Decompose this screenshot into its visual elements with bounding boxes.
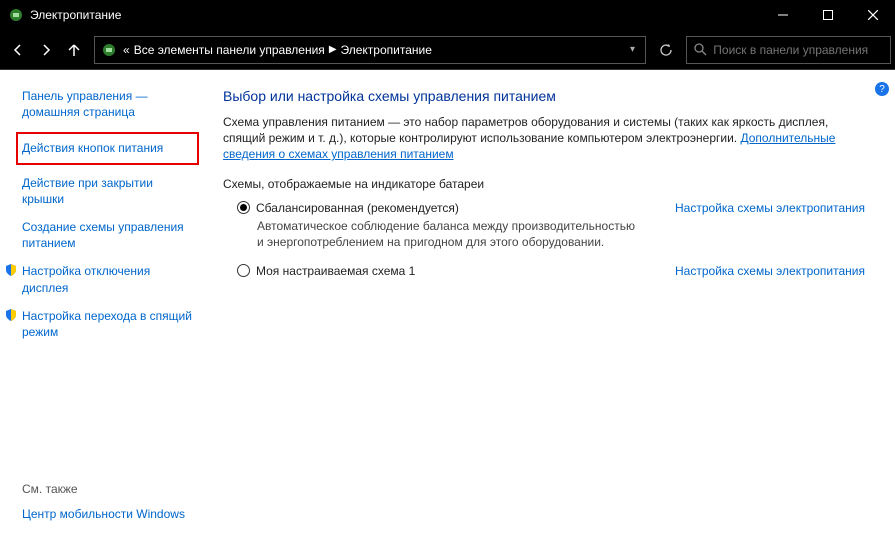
power-plan-balanced: Сбалансированная (рекомендуется) Настрой… [237,201,865,250]
forward-button[interactable] [32,36,60,64]
plan-description: Автоматическое соблюдение баланса между … [257,218,637,250]
sidebar-item-display-off[interactable]: Настройка отключения дисплея [4,263,193,295]
breadcrumb-current[interactable]: Электропитание [341,43,432,57]
close-button[interactable] [850,0,895,30]
sidebar: Панель управления — домашняя страница Де… [0,70,205,534]
change-plan-settings-link[interactable]: Настройка схемы электропитания [675,264,865,278]
chevron-right-icon[interactable]: ▶ [329,44,337,55]
address-bar[interactable]: « Все элементы панели управления ▶ Элект… [94,36,646,64]
main-panel: Выбор или настройка схемы управления пит… [205,70,895,534]
breadcrumb-prefix: « [123,43,130,57]
minimize-button[interactable] [760,0,805,30]
search-icon [693,42,707,58]
plan-radio-balanced[interactable] [237,201,250,214]
navbar: « Все элементы панели управления ▶ Элект… [0,30,895,70]
plan-name[interactable]: Сбалансированная (рекомендуется) [256,201,459,215]
power-plan-custom1: Моя настраиваемая схема 1 Настройка схем… [237,264,865,278]
sidebar-item-create-plan[interactable]: Создание схемы управления питанием [22,219,193,251]
search-box[interactable] [686,36,891,64]
content-area: ? Панель управления — домашняя страница … [0,70,895,534]
sidebar-item-power-buttons[interactable]: Действия кнопок питания [16,132,199,164]
titlebar: Электропитание [0,0,895,30]
search-input[interactable] [713,43,884,57]
shield-icon [4,263,20,279]
maximize-button[interactable] [805,0,850,30]
page-heading: Выбор или настройка схемы управления пит… [223,88,865,104]
back-button[interactable] [4,36,32,64]
description-text: Схема управления питанием — это набор па… [223,115,828,145]
plan-radio-custom1[interactable] [237,264,250,277]
chevron-down-icon[interactable]: ▾ [626,44,639,55]
mobility-center-link[interactable]: Центр мобильности Windows [22,506,193,522]
change-plan-settings-link[interactable]: Настройка схемы электропитания [675,201,865,215]
sidebar-item-sleep[interactable]: Настройка перехода в спящий режим [4,308,193,340]
sidebar-item-label: Настройка отключения дисплея [22,263,193,295]
refresh-button[interactable] [652,36,680,64]
sidebar-item-lid-close[interactable]: Действие при закрытии крышки [22,175,193,207]
see-also-label: См. также [22,482,193,496]
shield-icon [4,308,20,324]
help-icon[interactable]: ? [875,82,889,96]
plan-name[interactable]: Моя настраиваемая схема 1 [256,264,415,278]
sidebar-item-label: Настройка перехода в спящий режим [22,308,193,340]
breadcrumb-parent[interactable]: Все элементы панели управления [134,43,325,57]
plans-section-label: Схемы, отображаемые на индикаторе батаре… [223,177,865,191]
page-description: Схема управления питанием — это набор па… [223,114,865,163]
power-options-icon [8,7,24,23]
up-button[interactable] [60,36,88,64]
power-options-icon [101,42,117,58]
control-panel-home-link[interactable]: Панель управления — домашняя страница [22,88,193,120]
window-title: Электропитание [30,8,760,22]
